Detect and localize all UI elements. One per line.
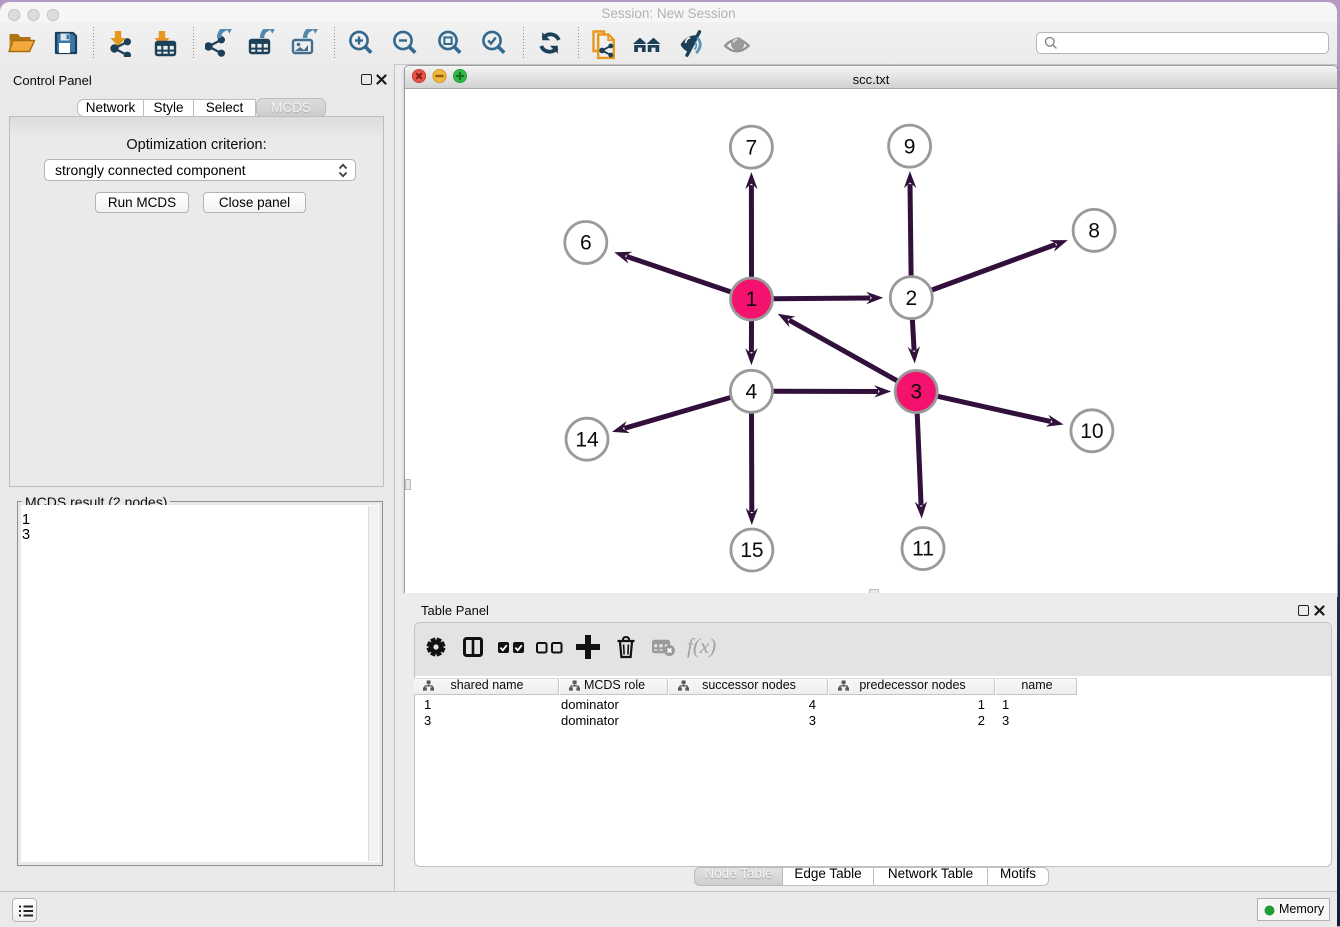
svg-text:4: 4: [746, 381, 758, 404]
svg-text:15: 15: [740, 539, 763, 562]
svg-text:3: 3: [910, 381, 922, 404]
svg-text:11: 11: [912, 538, 934, 561]
svg-text:2: 2: [905, 287, 917, 310]
svg-text:14: 14: [575, 428, 599, 451]
svg-text:6: 6: [580, 232, 592, 255]
svg-text:10: 10: [1080, 420, 1103, 443]
svg-text:7: 7: [746, 136, 758, 159]
svg-text:9: 9: [904, 135, 916, 158]
svg-text:8: 8: [1088, 220, 1100, 243]
svg-text:1: 1: [746, 288, 758, 311]
